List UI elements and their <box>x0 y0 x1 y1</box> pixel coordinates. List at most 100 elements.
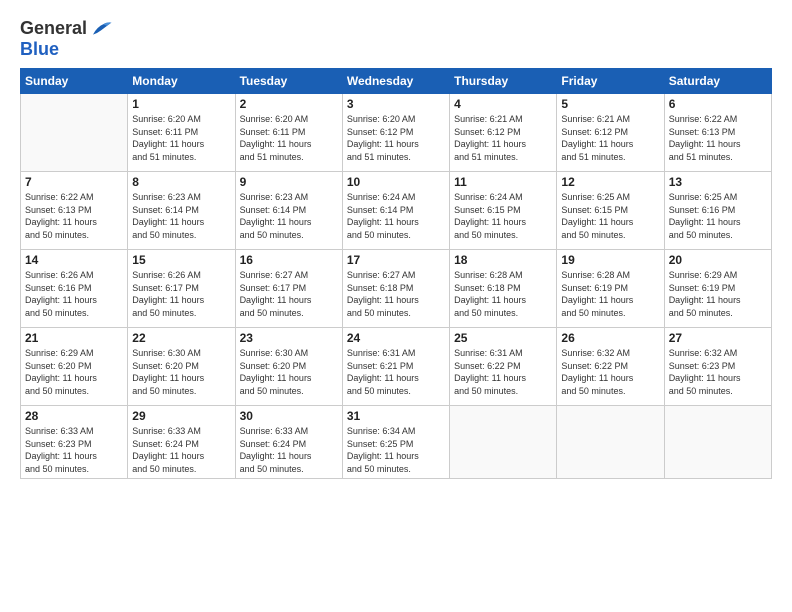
calendar-table: SundayMondayTuesdayWednesdayThursdayFrid… <box>20 68 772 479</box>
day-number: 16 <box>240 253 338 267</box>
day-info: Sunrise: 6:27 AMSunset: 6:17 PMDaylight:… <box>240 269 338 319</box>
day-info: Sunrise: 6:33 AMSunset: 6:23 PMDaylight:… <box>25 425 123 475</box>
day-number: 14 <box>25 253 123 267</box>
day-number: 24 <box>347 331 445 345</box>
day-info: Sunrise: 6:21 AMSunset: 6:12 PMDaylight:… <box>454 113 552 163</box>
day-number: 2 <box>240 97 338 111</box>
day-number: 5 <box>561 97 659 111</box>
day-info: Sunrise: 6:25 AMSunset: 6:16 PMDaylight:… <box>669 191 767 241</box>
day-number: 23 <box>240 331 338 345</box>
calendar-row: 14 Sunrise: 6:26 AMSunset: 6:16 PMDayligh… <box>21 250 772 328</box>
calendar-cell: 6 Sunrise: 6:22 AMSunset: 6:13 PMDaylight… <box>664 94 771 172</box>
calendar-cell: 19 Sunrise: 6:28 AMSunset: 6:19 PMDayligh… <box>557 250 664 328</box>
day-number: 25 <box>454 331 552 345</box>
weekday-header: Thursday <box>450 69 557 94</box>
weekday-header: Tuesday <box>235 69 342 94</box>
calendar-row: 21 Sunrise: 6:29 AMSunset: 6:20 PMDayligh… <box>21 328 772 406</box>
day-info: Sunrise: 6:29 AMSunset: 6:20 PMDaylight:… <box>25 347 123 397</box>
header: General Blue <box>20 18 772 60</box>
calendar-cell: 1Sunrise: 6:20 AMSunset: 6:11 PMDaylight… <box>128 94 235 172</box>
calendar-cell: 28 Sunrise: 6:33 AMSunset: 6:23 PMDayligh… <box>21 406 128 479</box>
calendar-cell: 10Sunrise: 6:24 AMSunset: 6:14 PMDayligh… <box>342 172 449 250</box>
day-number: 7 <box>25 175 123 189</box>
day-number: 8 <box>132 175 230 189</box>
day-number: 6 <box>669 97 767 111</box>
calendar-cell: 12Sunrise: 6:25 AMSunset: 6:15 PMDayligh… <box>557 172 664 250</box>
day-number: 11 <box>454 175 552 189</box>
day-number: 9 <box>240 175 338 189</box>
day-info: Sunrise: 6:33 AMSunset: 6:24 PMDaylight:… <box>132 425 230 475</box>
day-number: 15 <box>132 253 230 267</box>
calendar-cell: 26Sunrise: 6:32 AMSunset: 6:22 PMDayligh… <box>557 328 664 406</box>
calendar-cell: 23 Sunrise: 6:30 AMSunset: 6:20 PMDayligh… <box>235 328 342 406</box>
calendar-cell: 21 Sunrise: 6:29 AMSunset: 6:20 PMDayligh… <box>21 328 128 406</box>
day-number: 4 <box>454 97 552 111</box>
calendar-cell: 14 Sunrise: 6:26 AMSunset: 6:16 PMDayligh… <box>21 250 128 328</box>
calendar-cell: 4 Sunrise: 6:21 AMSunset: 6:12 PMDaylight… <box>450 94 557 172</box>
day-info: Sunrise: 6:32 AMSunset: 6:23 PMDaylight:… <box>669 347 767 397</box>
day-number: 17 <box>347 253 445 267</box>
calendar-cell: 18 Sunrise: 6:28 AMSunset: 6:18 PMDayligh… <box>450 250 557 328</box>
calendar-cell: 13Sunrise: 6:25 AMSunset: 6:16 PMDayligh… <box>664 172 771 250</box>
calendar-cell: 27 Sunrise: 6:32 AMSunset: 6:23 PMDayligh… <box>664 328 771 406</box>
logo-bird-icon <box>89 20 113 38</box>
calendar-header-row: SundayMondayTuesdayWednesdayThursdayFrid… <box>21 69 772 94</box>
weekday-header: Friday <box>557 69 664 94</box>
day-number: 28 <box>25 409 123 423</box>
calendar-cell: 22Sunrise: 6:30 AMSunset: 6:20 PMDayligh… <box>128 328 235 406</box>
logo-blue-text: Blue <box>20 39 59 60</box>
calendar-cell <box>21 94 128 172</box>
calendar-cell: 11Sunrise: 6:24 AMSunset: 6:15 PMDayligh… <box>450 172 557 250</box>
day-number: 29 <box>132 409 230 423</box>
calendar-cell: 20Sunrise: 6:29 AMSunset: 6:19 PMDayligh… <box>664 250 771 328</box>
calendar-cell <box>450 406 557 479</box>
calendar-cell <box>557 406 664 479</box>
day-info: Sunrise: 6:20 AMSunset: 6:11 PMDaylight:… <box>240 113 338 163</box>
day-info: Sunrise: 6:28 AMSunset: 6:18 PMDaylight:… <box>454 269 552 319</box>
calendar-cell: 9 Sunrise: 6:23 AMSunset: 6:14 PMDaylight… <box>235 172 342 250</box>
calendar-cell: 31 Sunrise: 6:34 AMSunset: 6:25 PMDayligh… <box>342 406 449 479</box>
day-number: 3 <box>347 97 445 111</box>
calendar-cell: 7 Sunrise: 6:22 AMSunset: 6:13 PMDaylight… <box>21 172 128 250</box>
calendar-row: 1Sunrise: 6:20 AMSunset: 6:11 PMDaylight… <box>21 94 772 172</box>
day-info: Sunrise: 6:31 AMSunset: 6:21 PMDaylight:… <box>347 347 445 397</box>
day-info: Sunrise: 6:26 AMSunset: 6:16 PMDaylight:… <box>25 269 123 319</box>
day-number: 21 <box>25 331 123 345</box>
weekday-header: Wednesday <box>342 69 449 94</box>
day-info: Sunrise: 6:20 AMSunset: 6:12 PMDaylight:… <box>347 113 445 163</box>
day-info: Sunrise: 6:29 AMSunset: 6:19 PMDaylight:… <box>669 269 767 319</box>
weekday-header: Sunday <box>21 69 128 94</box>
day-number: 18 <box>454 253 552 267</box>
calendar-cell: 8 Sunrise: 6:23 AMSunset: 6:14 PMDaylight… <box>128 172 235 250</box>
day-number: 27 <box>669 331 767 345</box>
page: General Blue SundayMondayTuesdayWednesda… <box>0 0 792 612</box>
calendar-cell: 25Sunrise: 6:31 AMSunset: 6:22 PMDayligh… <box>450 328 557 406</box>
calendar-row: 28 Sunrise: 6:33 AMSunset: 6:23 PMDayligh… <box>21 406 772 479</box>
day-number: 22 <box>132 331 230 345</box>
calendar-cell: 30Sunrise: 6:33 AMSunset: 6:24 PMDayligh… <box>235 406 342 479</box>
day-info: Sunrise: 6:23 AMSunset: 6:14 PMDaylight:… <box>240 191 338 241</box>
day-info: Sunrise: 6:25 AMSunset: 6:15 PMDaylight:… <box>561 191 659 241</box>
day-info: Sunrise: 6:22 AMSunset: 6:13 PMDaylight:… <box>25 191 123 241</box>
calendar-cell: 29 Sunrise: 6:33 AMSunset: 6:24 PMDayligh… <box>128 406 235 479</box>
day-info: Sunrise: 6:20 AMSunset: 6:11 PMDaylight:… <box>132 113 230 163</box>
day-info: Sunrise: 6:32 AMSunset: 6:22 PMDaylight:… <box>561 347 659 397</box>
day-number: 30 <box>240 409 338 423</box>
day-info: Sunrise: 6:22 AMSunset: 6:13 PMDaylight:… <box>669 113 767 163</box>
calendar-cell: 5 Sunrise: 6:21 AMSunset: 6:12 PMDaylight… <box>557 94 664 172</box>
calendar-cell: 15Sunrise: 6:26 AMSunset: 6:17 PMDayligh… <box>128 250 235 328</box>
calendar-cell: 17Sunrise: 6:27 AMSunset: 6:18 PMDayligh… <box>342 250 449 328</box>
weekday-header: Monday <box>128 69 235 94</box>
day-info: Sunrise: 6:23 AMSunset: 6:14 PMDaylight:… <box>132 191 230 241</box>
calendar-cell <box>664 406 771 479</box>
weekday-header: Saturday <box>664 69 771 94</box>
day-number: 10 <box>347 175 445 189</box>
day-info: Sunrise: 6:34 AMSunset: 6:25 PMDaylight:… <box>347 425 445 475</box>
day-number: 31 <box>347 409 445 423</box>
calendar-cell: 16 Sunrise: 6:27 AMSunset: 6:17 PMDayligh… <box>235 250 342 328</box>
day-number: 19 <box>561 253 659 267</box>
calendar-row: 7 Sunrise: 6:22 AMSunset: 6:13 PMDaylight… <box>21 172 772 250</box>
day-info: Sunrise: 6:30 AMSunset: 6:20 PMDaylight:… <box>240 347 338 397</box>
day-info: Sunrise: 6:28 AMSunset: 6:19 PMDaylight:… <box>561 269 659 319</box>
day-info: Sunrise: 6:21 AMSunset: 6:12 PMDaylight:… <box>561 113 659 163</box>
